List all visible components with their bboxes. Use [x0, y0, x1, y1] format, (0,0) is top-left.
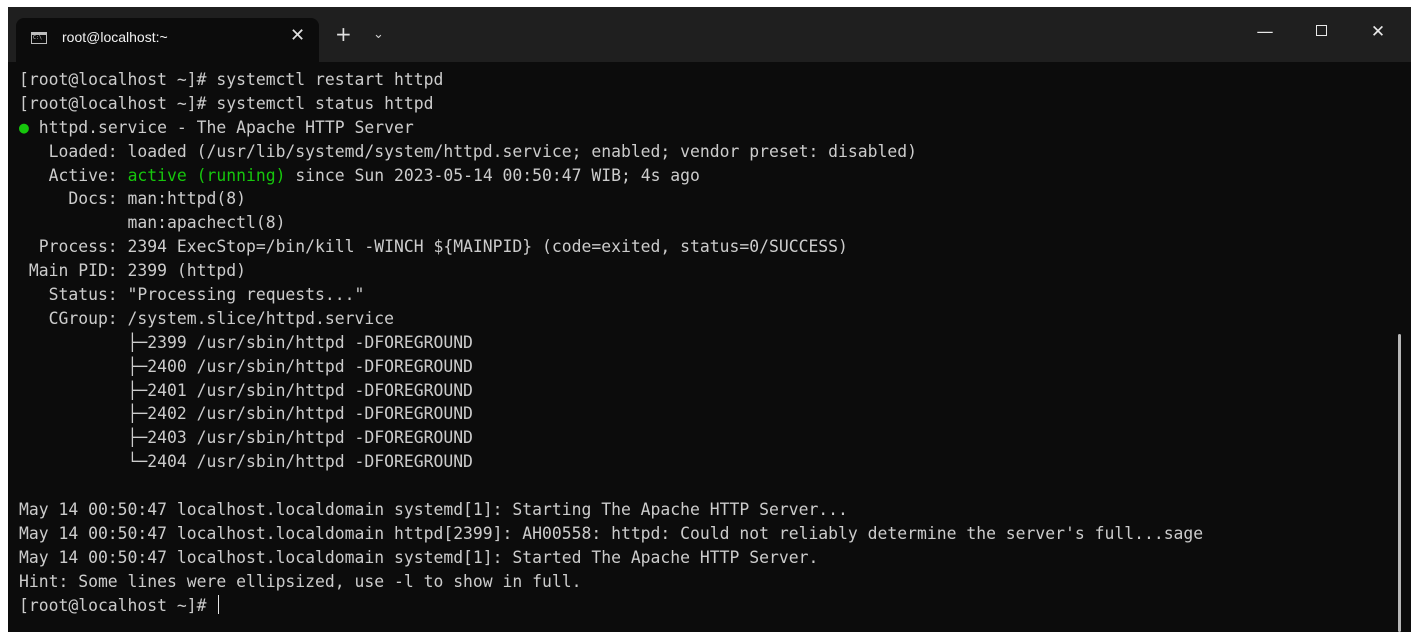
terminal-line: ├─2400 /usr/sbin/httpd -DFOREGROUND: [19, 356, 473, 376]
tab-title: root@localhost:~: [62, 29, 168, 45]
shell-prompt: [root@localhost ~]#: [19, 595, 217, 615]
terminal-line: [root@localhost ~]# systemctl status htt…: [19, 93, 434, 113]
terminal-line: [root@localhost ~]# systemctl restart ht…: [19, 70, 444, 89]
terminal-line: CGroup: /system.slice/httpd.service: [19, 308, 394, 328]
terminal-line: Docs: man:httpd(8): [19, 189, 246, 209]
terminal-line: Process: 2394 ExecStop=/bin/kill -WINCH …: [19, 237, 848, 257]
status-bullet-icon: ●: [19, 117, 29, 137]
active-state: active (running): [127, 165, 286, 185]
new-tab-button[interactable]: +: [335, 23, 352, 45]
terminal-line: ├─2401 /usr/sbin/httpd -DFOREGROUND: [19, 380, 473, 400]
terminal-line: May 14 00:50:47 localhost.localdomain sy…: [19, 500, 848, 520]
terminal-line: May 14 00:50:47 localhost.localdomain ht…: [19, 523, 1204, 543]
close-window-button[interactable]: ✕: [1363, 19, 1393, 45]
terminal-line: ├─2403 /usr/sbin/httpd -DFOREGROUND: [19, 428, 473, 448]
scrollbar[interactable]: [1398, 334, 1401, 632]
terminal-line: └─2404 /usr/sbin/httpd -DFOREGROUND: [19, 452, 473, 472]
terminal-line: ├─2402 /usr/sbin/httpd -DFOREGROUND: [19, 404, 473, 424]
active-since: since Sun 2023-05-14 00:50:47 WIB; 4s ag…: [285, 165, 700, 185]
terminal-line: ● httpd.service - The Apache HTTP Server: [19, 116, 1394, 140]
terminal-line: ├─2399 /usr/sbin/httpd -DFOREGROUND: [19, 332, 473, 352]
terminal-line: Loaded: loaded (/usr/lib/systemd/system/…: [19, 141, 917, 161]
maximize-icon: [1315, 25, 1327, 36]
close-tab-icon[interactable]: ✕: [290, 25, 305, 47]
terminal-prompt-line: [root@localhost ~]#: [19, 594, 1394, 618]
terminal-line: man:apachectl(8): [19, 213, 286, 233]
terminal-line: Status: "Processing requests...": [19, 285, 365, 305]
terminal-line: Active: active (running) since Sun 2023-…: [19, 164, 1394, 188]
tab-root-localhost[interactable]: C:\ root@localhost:~ ✕: [16, 18, 319, 62]
terminal-window: C:\ root@localhost:~ ✕ + ⌄ — ✕ [root@loc…: [8, 7, 1411, 632]
title-bar: C:\ root@localhost:~ ✕ + ⌄ — ✕: [8, 7, 1411, 62]
maximize-button[interactable]: [1306, 19, 1336, 45]
active-label: Active:: [19, 165, 128, 185]
terminal-line: Hint: Some lines were ellipsized, use -l…: [19, 571, 582, 591]
terminal-output[interactable]: [root@localhost ~]# systemctl restart ht…: [19, 68, 1394, 617]
chevron-down-icon[interactable]: ⌄: [373, 26, 384, 44]
service-title: httpd.service - The Apache HTTP Server: [28, 117, 414, 137]
minimize-button[interactable]: —: [1250, 19, 1280, 45]
terminal-icon: C:\: [31, 32, 47, 44]
text-cursor: [218, 594, 220, 614]
terminal-line: Main PID: 2399 (httpd): [19, 261, 246, 281]
terminal-line: May 14 00:50:47 localhost.localdomain sy…: [19, 547, 819, 567]
